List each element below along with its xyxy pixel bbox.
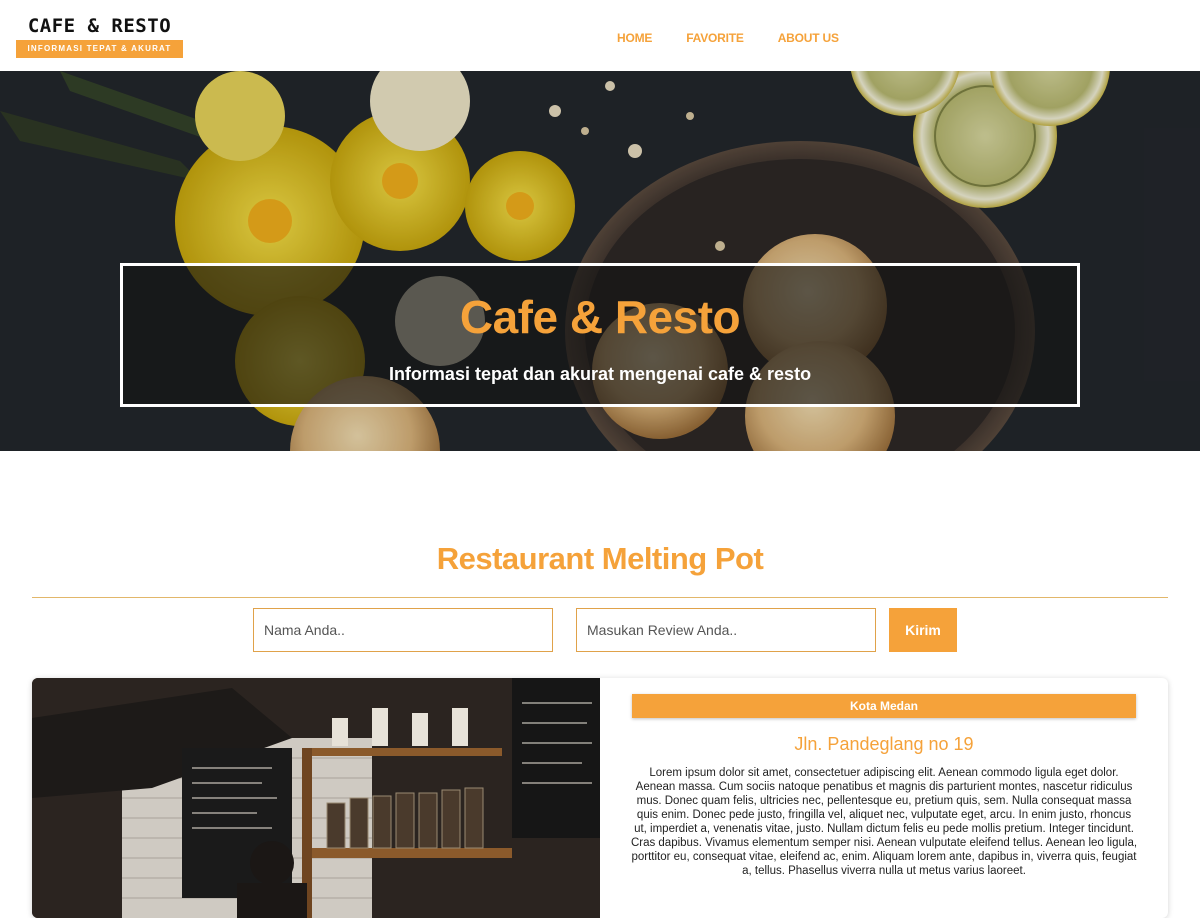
section-divider bbox=[32, 597, 1168, 598]
nav-home-link[interactable]: HOME bbox=[617, 31, 652, 45]
name-input[interactable] bbox=[253, 608, 553, 652]
hero-subtitle: Informasi tepat dan akurat mengenai cafe… bbox=[388, 364, 812, 384]
hero-title: Cafe & Resto bbox=[459, 291, 741, 343]
logo-tagline: INFORMASI TEPAT & AKURAT bbox=[16, 40, 183, 58]
logo-title: CAFE & RESTO bbox=[27, 15, 172, 37]
submit-button[interactable]: Kirim bbox=[889, 608, 957, 652]
cafe-interior-illustration bbox=[32, 678, 600, 918]
main-nav: HOME FAVORITE ABOUT US bbox=[617, 31, 839, 45]
restaurant-address: Jln. Pandeglang no 19 bbox=[794, 734, 974, 754]
site-logo[interactable]: CAFE & RESTO INFORMASI TEPAT & AKURAT bbox=[16, 12, 183, 58]
restaurant-description: Lorem ipsum dolor sit amet, consectetuer… bbox=[630, 767, 1138, 877]
restaurant-title: Restaurant Melting Pot bbox=[436, 541, 764, 576]
hero-text-box: Cafe & Resto Informasi tepat dan akurat … bbox=[120, 263, 1080, 407]
city-badge: Kota Medan bbox=[632, 694, 1136, 718]
site-header: CAFE & RESTO INFORMASI TEPAT & AKURAT HO… bbox=[0, 0, 1200, 71]
restaurant-card: Kota Medan Jln. Pandeglang no 19 Lorem i… bbox=[32, 678, 1168, 918]
nav-about-us-link[interactable]: ABOUT US bbox=[778, 31, 839, 45]
hero-banner: Cafe & Resto Informasi tepat dan akurat … bbox=[0, 71, 1200, 451]
review-input[interactable] bbox=[576, 608, 876, 652]
nav-favorite-link[interactable]: FAVORITE bbox=[686, 31, 744, 45]
cafe-interior-photo bbox=[32, 678, 600, 918]
